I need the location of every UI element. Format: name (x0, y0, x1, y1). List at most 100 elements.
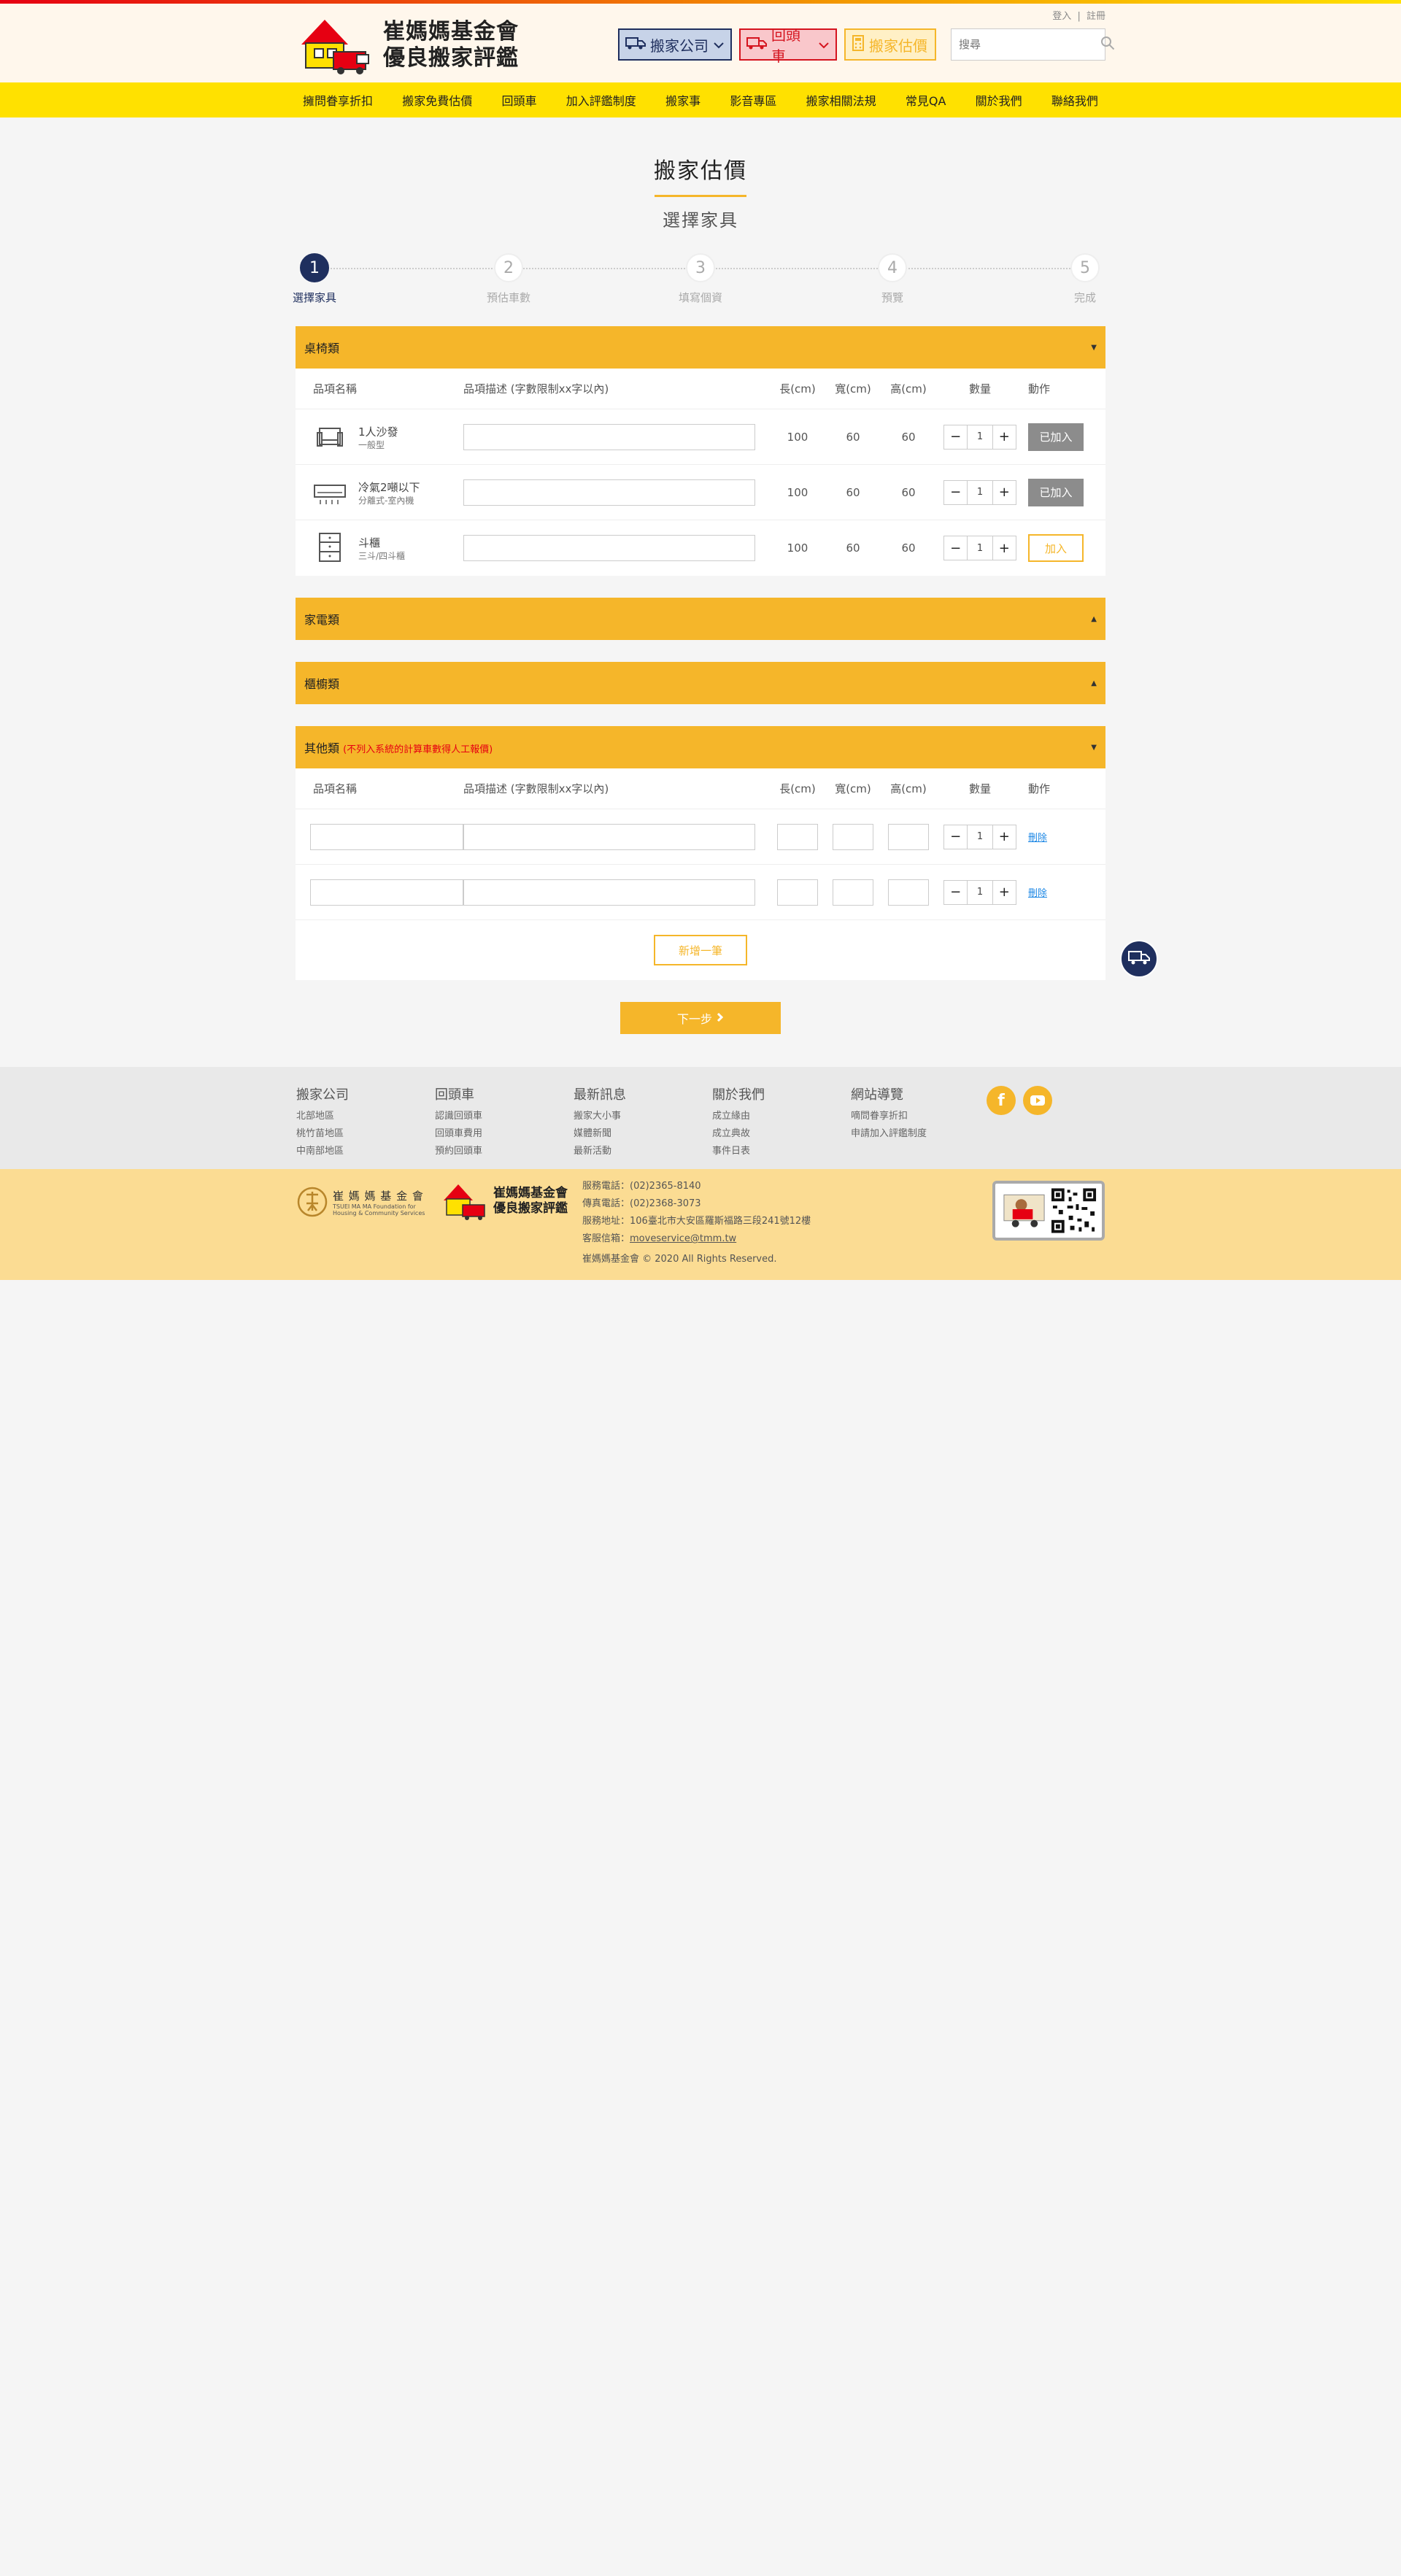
nav-item-regulations[interactable]: 搬家相關法規 (806, 91, 876, 109)
item-length: 100 (787, 430, 808, 444)
decrement-button[interactable]: − (944, 481, 967, 504)
decrement-button[interactable]: − (944, 881, 967, 904)
width-input[interactable] (833, 823, 873, 850)
caret-up-icon: ▲ (1091, 614, 1097, 623)
item-description-input[interactable] (463, 823, 755, 850)
increment-button[interactable]: + (993, 881, 1016, 904)
footer-col-news: 最新訊息 搬家大小事 媒體新聞 最新活動 (574, 1084, 712, 1160)
category-header-cabinet[interactable]: 櫃櫥類 ▲ (296, 662, 1105, 704)
height-input[interactable] (888, 879, 929, 906)
footer-link[interactable]: 搬家大小事 (574, 1108, 712, 1125)
height-input[interactable] (888, 823, 929, 850)
quantity-value[interactable]: 1 (967, 825, 993, 849)
footer-link[interactable]: 事件日表 (712, 1143, 851, 1160)
category-title: 櫃櫥類 (304, 677, 340, 691)
quantity-value[interactable]: 1 (967, 425, 993, 449)
add-button[interactable]: 加入 (1028, 534, 1084, 562)
nav-item-faq[interactable]: 常見QA (906, 91, 946, 109)
caret-down-icon: ▼ (1091, 743, 1097, 752)
moving-estimate-button[interactable]: 搬家估價 (844, 28, 936, 61)
width-input[interactable] (833, 879, 873, 906)
footer-link[interactable]: 申請加入評鑑制度 (851, 1125, 989, 1143)
delete-link[interactable]: 刪除 (1028, 888, 1047, 899)
footer-link[interactable]: 成立緣由 (712, 1108, 851, 1125)
decrement-button[interactable]: − (944, 536, 967, 560)
footer-link[interactable]: 桃竹苗地區 (296, 1125, 435, 1143)
item-height: 60 (901, 430, 916, 444)
added-button[interactable]: 已加入 (1028, 478, 1084, 506)
return-truck-button[interactable]: 回頭車 (739, 26, 837, 65)
category-header-other[interactable]: 其他類 (不列入系統的計算車數得人工報價) ▼ (296, 726, 1105, 768)
category-other: 其他類 (不列入系統的計算車數得人工報價) ▼ 品項名稱 品項描述 (字數限制x… (296, 726, 1105, 980)
quantity-stepper: −1 + (943, 824, 1016, 849)
nav-item-return-truck[interactable]: 回頭車 (502, 91, 537, 109)
chevron-down-icon (713, 36, 725, 53)
email-link[interactable]: moveservice@tmm.tw (630, 1233, 736, 1244)
qr-code-card (992, 1181, 1105, 1241)
item-description-input[interactable] (463, 479, 755, 506)
add-row-button[interactable]: 新增一筆 (654, 935, 747, 965)
added-button[interactable]: 已加入 (1028, 423, 1084, 451)
nav-item-moving-matters[interactable]: 搬家事 (665, 91, 700, 109)
moving-company-button[interactable]: 搬家公司 (618, 28, 732, 61)
step-label: 完成 (1073, 291, 1096, 304)
footer-link[interactable]: 回頭車費用 (435, 1125, 574, 1143)
increment-button[interactable]: + (993, 425, 1016, 449)
increment-button[interactable]: + (993, 481, 1016, 504)
moving-company-label: 搬家公司 (650, 36, 709, 55)
foundation-logo: 崔 媽 媽 基 金 會 TSUEI MA MA Foundation for H… (296, 1182, 426, 1222)
nav-item-free-estimate[interactable]: 搬家免費估價 (402, 91, 472, 109)
header-buttons: 搬家公司 回頭車 搬家估價 (618, 26, 936, 65)
custom-item-name-input[interactable] (310, 879, 463, 906)
nav-item-video[interactable]: 影音專區 (730, 91, 776, 109)
quantity-value[interactable]: 1 (967, 880, 993, 904)
custom-item-name-input[interactable] (310, 823, 463, 850)
nav-item-about[interactable]: 關於我們 (976, 91, 1022, 109)
increment-button[interactable]: + (993, 825, 1016, 849)
next-step-button[interactable]: 下一步 (620, 1002, 781, 1034)
floating-truck-button[interactable] (1120, 940, 1158, 978)
item-width: 60 (846, 541, 860, 555)
category-header-table[interactable]: 桌椅類 ▼ (296, 326, 1105, 369)
delete-link[interactable]: 刪除 (1028, 833, 1047, 844)
item-description-input[interactable] (463, 423, 755, 450)
footer-col-title: 網站導覽 (851, 1087, 903, 1103)
facebook-icon[interactable]: f (987, 1086, 1016, 1115)
decrement-button[interactable]: − (944, 825, 967, 849)
nav-item-discount[interactable]: 擁問眷享折扣 (303, 91, 373, 109)
footer-link[interactable]: 認識回頭車 (435, 1108, 574, 1125)
length-input[interactable] (777, 879, 818, 906)
search-input[interactable] (959, 38, 1100, 51)
mail-label: 客服信箱： (582, 1233, 630, 1244)
air-conditioner-icon (313, 476, 347, 509)
review-logo-line2: 優良搬家評鑑 (493, 1201, 568, 1216)
footer-link[interactable]: 媒體新聞 (574, 1125, 712, 1143)
length-input[interactable] (777, 823, 818, 850)
footer-link[interactable]: 中南部地區 (296, 1143, 435, 1160)
footer-link[interactable]: 最新活動 (574, 1143, 712, 1160)
copyright-text: 崔媽媽基金會 © 2020 All Rights Reserved. (582, 1254, 777, 1265)
nav-item-join-review[interactable]: 加入評鑑制度 (566, 91, 636, 109)
footer-link[interactable]: 預約回頭車 (435, 1143, 574, 1160)
decrement-button[interactable]: − (944, 425, 967, 449)
login-link[interactable]: 登入 (1052, 11, 1071, 22)
footer-link[interactable]: 北部地區 (296, 1108, 435, 1125)
item-description-input[interactable] (463, 535, 755, 561)
site-logo[interactable]: 崔媽媽基金會 優良搬家評鑑 (296, 14, 522, 77)
item-description-input[interactable] (463, 879, 755, 906)
youtube-icon[interactable] (1023, 1086, 1052, 1115)
register-link[interactable]: 註冊 (1087, 11, 1105, 22)
quantity-value[interactable]: 1 (967, 480, 993, 504)
footer-link[interactable]: 成立典故 (712, 1125, 851, 1143)
table-row: 1人沙發 一般型 100 60 60 −1 + 已加入 (296, 409, 1105, 465)
quantity-value[interactable]: 1 (967, 536, 993, 560)
increment-button[interactable]: + (993, 536, 1016, 560)
nav-item-contact[interactable]: 聯絡我們 (1051, 91, 1098, 109)
truck-icon (625, 36, 646, 54)
search-box (951, 28, 1115, 61)
search-icon[interactable] (1100, 36, 1115, 53)
item-length: 100 (787, 541, 808, 555)
review-logo: 崔媽媽基金會 優良搬家評鑑 (441, 1181, 569, 1222)
footer-link[interactable]: 嘀問眷享折扣 (851, 1108, 989, 1125)
category-header-appliance[interactable]: 家電類 ▲ (296, 598, 1105, 640)
